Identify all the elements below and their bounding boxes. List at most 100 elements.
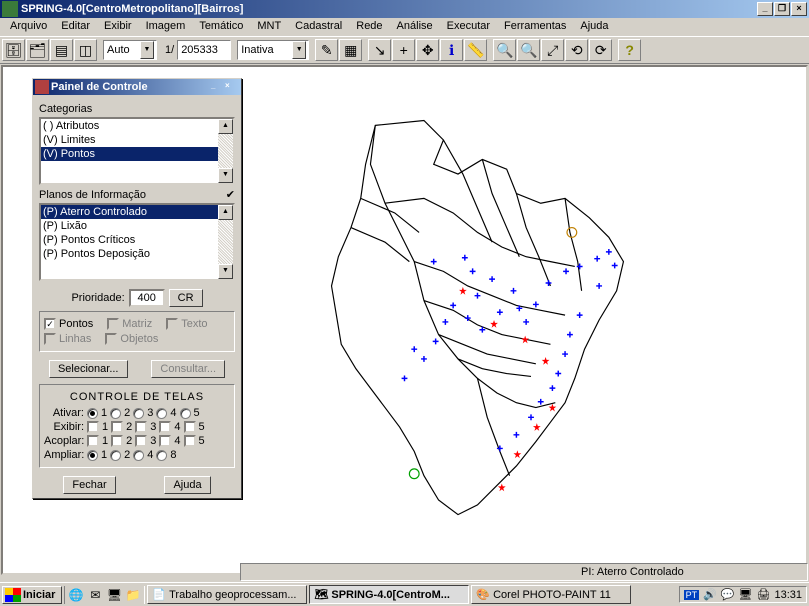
maximize-button[interactable]: ❐ xyxy=(774,2,790,16)
check-4[interactable] xyxy=(159,421,171,433)
menu-ferramentas[interactable]: Ferramentas xyxy=(498,19,572,35)
matriz-checkbox[interactable]: Matriz xyxy=(107,318,152,330)
scroll-up-icon[interactable]: ▲ xyxy=(218,119,233,134)
menu-análise[interactable]: Análise xyxy=(391,19,439,35)
categorias-listbox[interactable]: ( ) Atributos(V) Limites(V) Pontos ▲ ▼ xyxy=(39,117,235,185)
list-item[interactable]: (P) Aterro Controlado xyxy=(41,205,233,219)
lang-indicator[interactable]: PT xyxy=(684,590,700,600)
radio-1[interactable] xyxy=(87,450,98,461)
scroll-up-icon[interactable]: ▲ xyxy=(218,205,233,220)
radio-8[interactable] xyxy=(156,450,167,461)
next-view-icon[interactable]: ⟳ xyxy=(589,39,612,61)
radio-4[interactable] xyxy=(156,408,167,419)
pontos-checkbox[interactable]: ✓Pontos xyxy=(44,318,93,330)
plus-icon[interactable]: + xyxy=(392,39,415,61)
check-1[interactable] xyxy=(87,421,99,433)
panel-icon[interactable]: ◫ xyxy=(74,39,97,61)
check-2[interactable] xyxy=(111,421,123,433)
check-1[interactable] xyxy=(87,435,99,447)
tray-icon[interactable]: 💬 xyxy=(721,588,735,601)
explorer-icon[interactable]: 📁 xyxy=(124,586,142,604)
scroll-track[interactable] xyxy=(218,134,233,168)
zoom-in-icon[interactable]: 🔍 xyxy=(493,39,516,61)
outlook-icon[interactable]: ✉ xyxy=(86,586,104,604)
layers-icon[interactable]: ▤ xyxy=(50,39,73,61)
prev-view-icon[interactable]: ⟲ xyxy=(565,39,588,61)
list-item[interactable]: (P) Lixão xyxy=(41,219,233,233)
radio-2[interactable] xyxy=(110,408,121,419)
zoom-extent-icon[interactable]: ⤢ xyxy=(541,39,564,61)
check-5[interactable] xyxy=(184,435,196,447)
consultar-button[interactable]: Consultar... xyxy=(151,360,225,378)
layer-combo[interactable]: Inativa xyxy=(237,40,309,60)
check-3[interactable] xyxy=(135,435,147,447)
check-3[interactable] xyxy=(135,421,147,433)
objetos-checkbox[interactable]: Objetos xyxy=(105,333,158,345)
start-button[interactable]: Iniciar xyxy=(2,586,62,604)
radio-4[interactable] xyxy=(133,450,144,461)
scroll-down-icon[interactable]: ▼ xyxy=(218,168,233,183)
tray-icon[interactable]: 🖥 xyxy=(739,588,753,601)
linhas-checkbox[interactable]: Linhas xyxy=(44,333,91,345)
check-5[interactable] xyxy=(184,421,196,433)
clock[interactable]: 13:31 xyxy=(774,589,802,601)
list-item[interactable]: (V) Pontos xyxy=(41,147,233,161)
panel-icon xyxy=(35,80,49,94)
cr-button[interactable]: CR xyxy=(169,289,203,307)
help-icon[interactable]: ? xyxy=(618,39,641,61)
selecionar-button[interactable]: Selecionar... xyxy=(49,360,128,378)
project-icon[interactable]: 🗂 xyxy=(26,39,49,61)
list-item[interactable]: ( ) Atributos xyxy=(41,119,233,133)
ajuda-button[interactable]: Ajuda xyxy=(164,476,210,494)
menu-cadastral[interactable]: Cadastral xyxy=(289,19,348,35)
radio-1[interactable] xyxy=(87,408,98,419)
close-button[interactable]: × xyxy=(791,2,807,16)
prioridade-input[interactable] xyxy=(129,289,165,307)
radio-5[interactable] xyxy=(180,408,191,419)
menu-exibir[interactable]: Exibir xyxy=(98,19,138,35)
scroll-down-icon[interactable]: ▼ xyxy=(218,264,233,279)
info-icon[interactable]: ℹ xyxy=(440,39,463,61)
desktop-icon[interactable]: 🖥 xyxy=(105,586,123,604)
list-item[interactable]: (V) Limites xyxy=(41,133,233,147)
fechar-button[interactable]: Fechar xyxy=(63,476,115,494)
radio-3[interactable] xyxy=(133,408,144,419)
list-item[interactable]: (P) Pontos Críticos xyxy=(41,233,233,247)
panel-minimize-button[interactable]: _ xyxy=(211,81,225,93)
menu-executar[interactable]: Executar xyxy=(441,19,496,35)
planos-listbox[interactable]: (P) Aterro Controlado(P) Lixão(P) Pontos… xyxy=(39,203,235,281)
ie-icon[interactable]: 🌐 xyxy=(67,586,85,604)
database-icon[interactable]: 🗄 xyxy=(2,39,25,61)
texto-checkbox[interactable]: Texto xyxy=(166,318,207,330)
task-button[interactable]: 🗺SPRING-4.0[CentroM... xyxy=(309,585,469,604)
menu-ajuda[interactable]: Ajuda xyxy=(574,19,614,35)
list-item[interactable]: (P) Pontos Deposição xyxy=(41,247,233,261)
panel-titlebar[interactable]: Painel de Controle _ × xyxy=(33,79,241,95)
task-button[interactable]: 🎨Corel PHOTO-PAINT 11 xyxy=(471,585,631,604)
scale-input[interactable] xyxy=(177,40,231,60)
check-2[interactable] xyxy=(111,435,123,447)
grid-icon[interactable]: ▦ xyxy=(339,39,362,61)
measure-icon[interactable]: 📏 xyxy=(464,39,487,61)
menu-imagem[interactable]: Imagem xyxy=(140,19,192,35)
scrollbar[interactable]: ▲ ▼ xyxy=(218,119,233,183)
draw-icon[interactable]: ✎ xyxy=(315,39,338,61)
menu-rede[interactable]: Rede xyxy=(350,19,388,35)
menu-arquivo[interactable]: Arquivo xyxy=(4,19,53,35)
zoom-out-icon[interactable]: 🔍 xyxy=(517,39,540,61)
menu-editar[interactable]: Editar xyxy=(55,19,96,35)
minimize-button[interactable]: _ xyxy=(757,2,773,16)
pan-icon[interactable]: ✥ xyxy=(416,39,439,61)
cursor-icon[interactable]: ↘ xyxy=(368,39,391,61)
panel-close-button[interactable]: × xyxy=(225,81,239,93)
scroll-track[interactable] xyxy=(218,220,233,264)
zoom-mode-combo[interactable]: Auto xyxy=(103,40,157,60)
scrollbar[interactable]: ▲ ▼ xyxy=(218,205,233,279)
task-button[interactable]: 📄Trabalho geoprocessam... xyxy=(147,585,307,604)
menu-temático[interactable]: Temático xyxy=(193,19,249,35)
menu-mnt[interactable]: MNT xyxy=(251,19,287,35)
tray-icon[interactable]: 🖨 xyxy=(757,588,771,601)
radio-2[interactable] xyxy=(110,450,121,461)
check-4[interactable] xyxy=(159,435,171,447)
tray-icon[interactable]: 🔊 xyxy=(703,588,717,601)
